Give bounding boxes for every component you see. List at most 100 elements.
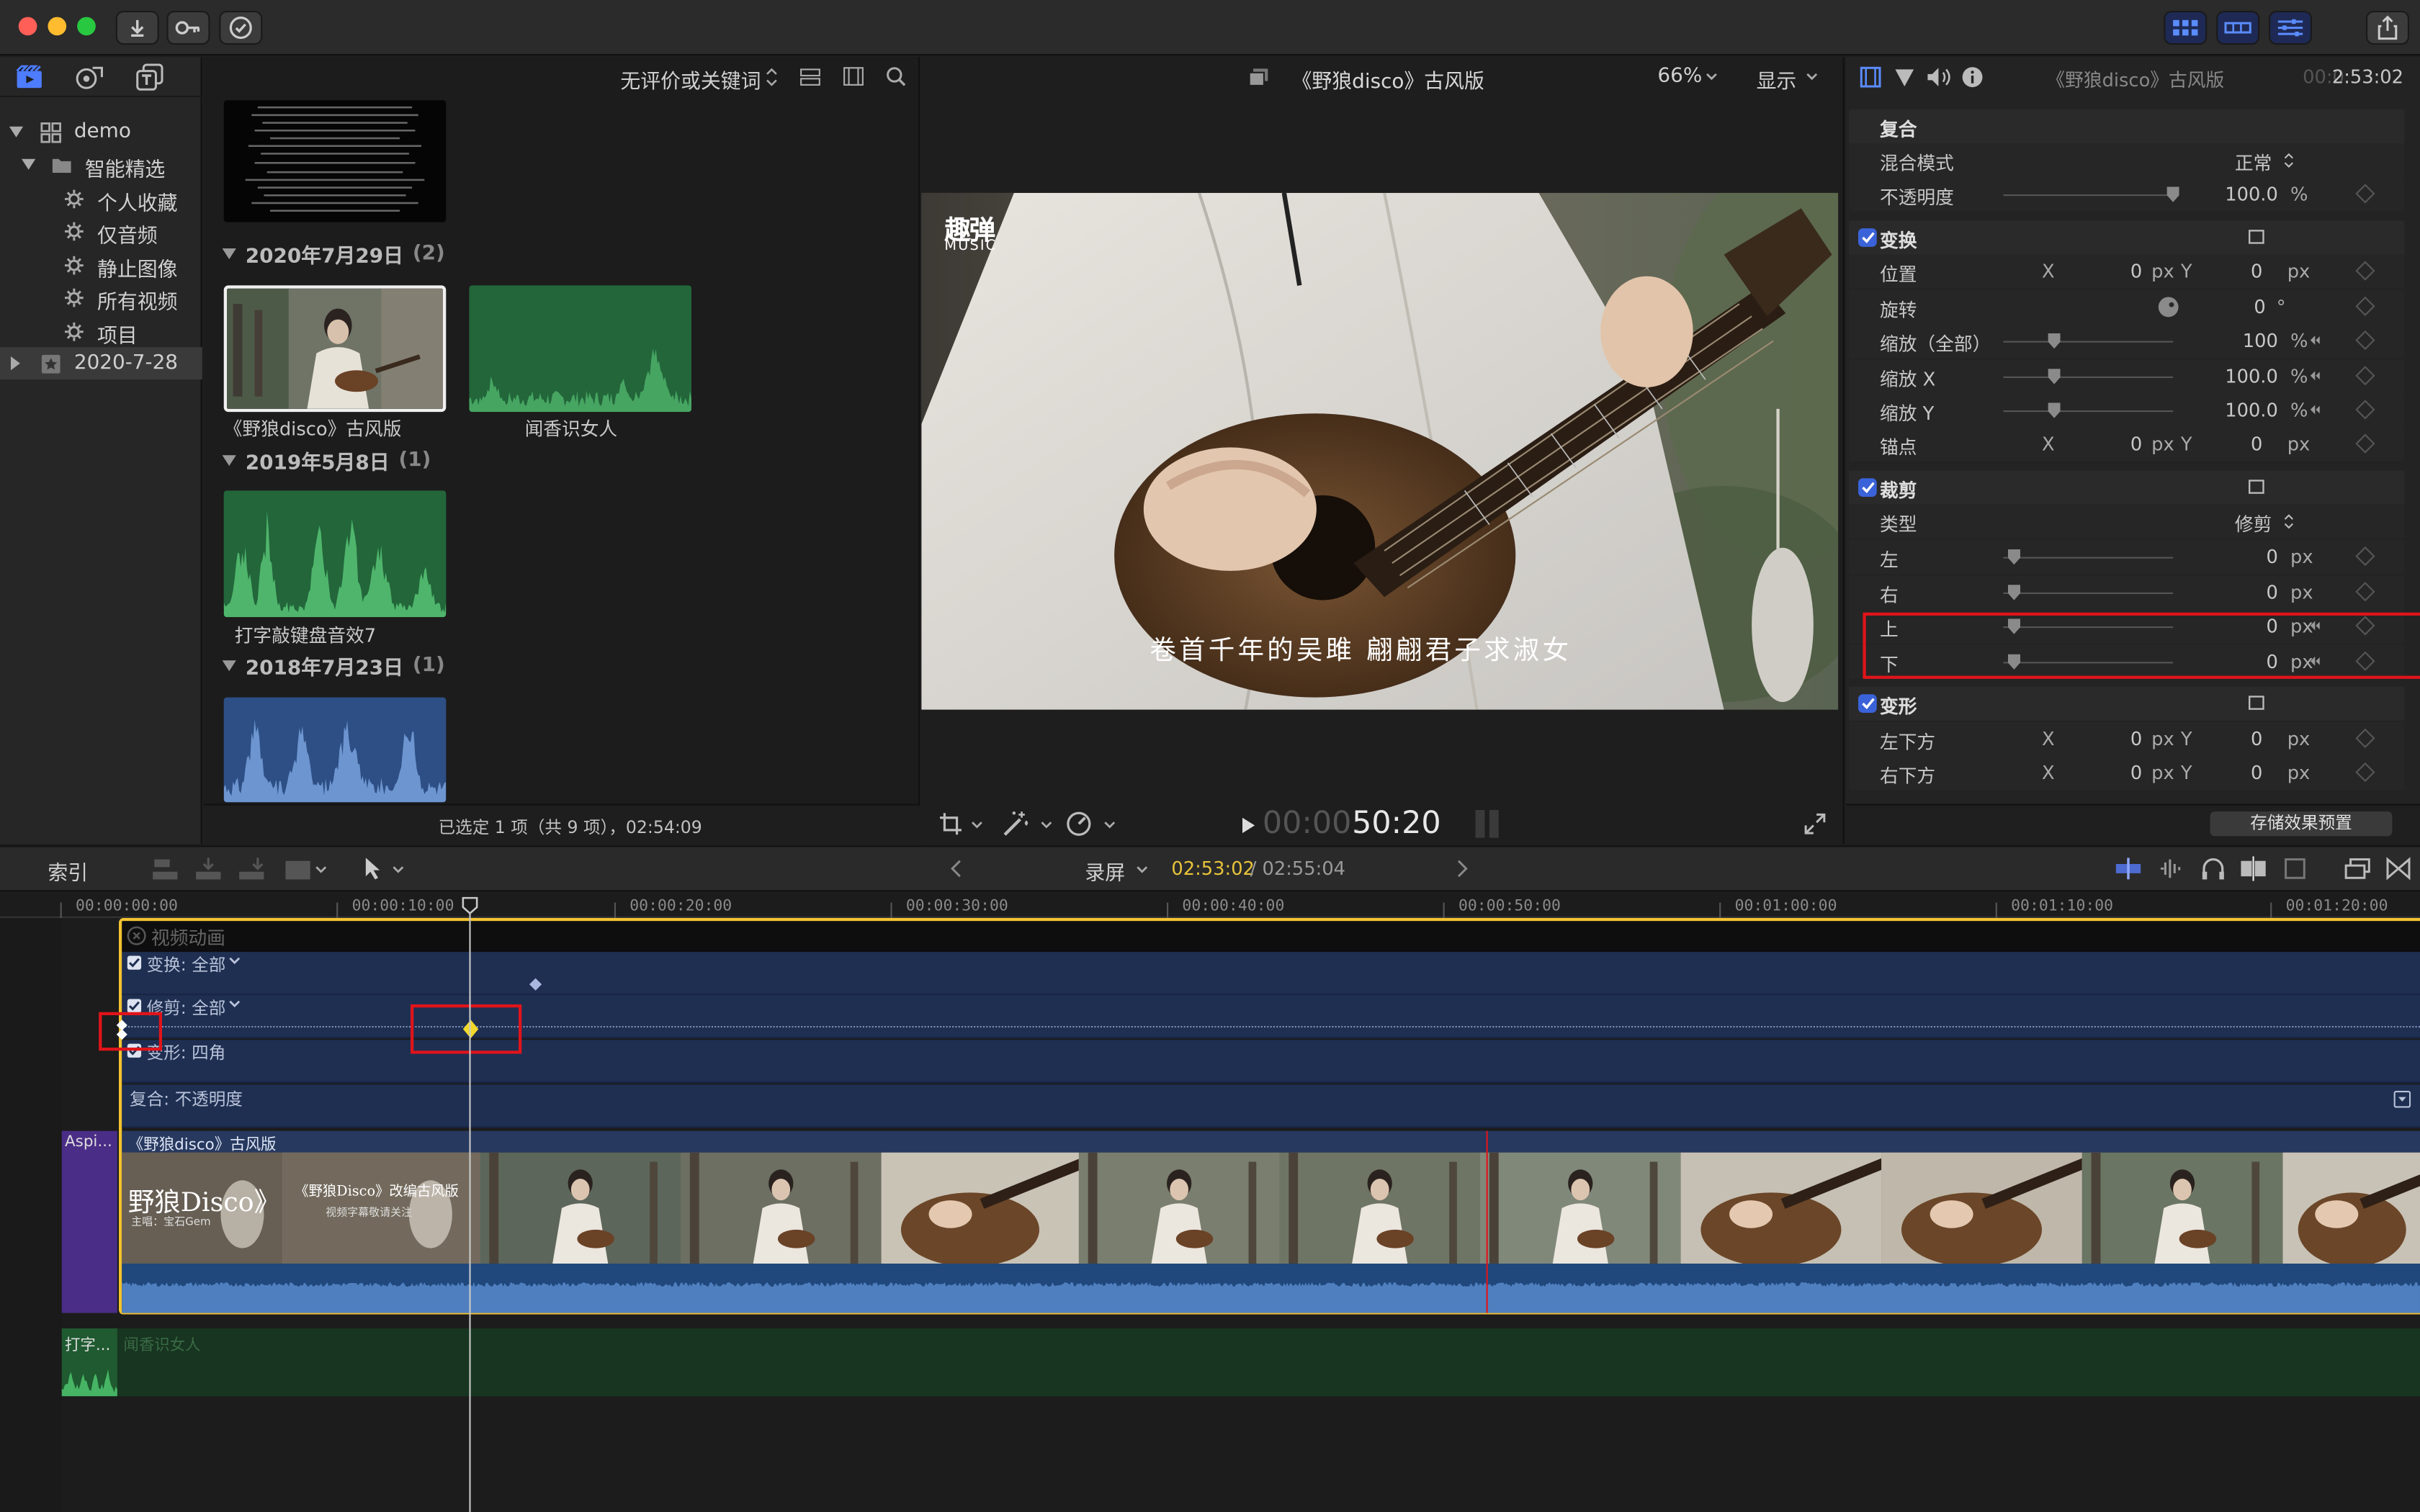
animation-row[interactable]: 复合: 不透明度: [122, 1084, 2420, 1128]
save-effects-preset-button[interactable]: 存储效果预置: [2210, 811, 2393, 837]
chevron-down-icon[interactable]: [971, 821, 983, 830]
sidebar-item[interactable]: 个人收藏: [0, 182, 202, 216]
sidebar-item[interactable]: demo: [0, 116, 202, 148]
show-timeline-button[interactable]: [2216, 11, 2260, 45]
section-title[interactable]: 变形: [1880, 693, 1917, 719]
section-enable-checkbox[interactable]: [1858, 228, 1877, 247]
add-keyframe-button[interactable]: [2355, 400, 2375, 420]
libraries-icon[interactable]: [15, 65, 43, 89]
audio-clip[interactable]: 打字... 闻香识女人: [61, 1328, 2420, 1397]
zoom-popup[interactable]: 66%: [1657, 65, 1702, 88]
show-browser-button[interactable]: [2164, 11, 2208, 45]
crop-onscreen-icon[interactable]: [2247, 478, 2266, 495]
parameter-slider-knob[interactable]: [2048, 369, 2061, 384]
minimize-window-button[interactable]: [48, 17, 67, 36]
audio-clip-thumbnail[interactable]: [223, 697, 447, 803]
parameter-value[interactable]: 100.0: [2225, 184, 2278, 205]
transform-onscreen-icon[interactable]: [2247, 228, 2266, 246]
append-clip-icon[interactable]: [238, 856, 266, 881]
keywords-button[interactable]: [166, 11, 210, 45]
crop-tool-icon[interactable]: [938, 811, 963, 836]
show-inspector-button[interactable]: [2269, 11, 2312, 45]
add-keyframe-button[interactable]: [2355, 762, 2375, 783]
add-keyframe-button[interactable]: [2355, 728, 2375, 748]
titles-generators-icon[interactable]: [136, 63, 164, 91]
skimming-icon[interactable]: [2115, 858, 2143, 880]
audio-clip-thumbnail[interactable]: [223, 490, 447, 618]
parameter-value-y[interactable]: 0: [2251, 762, 2262, 784]
checkbox-checked-icon[interactable]: [127, 998, 142, 1013]
date-group-header[interactable]: 2018年7月23日 (1): [222, 651, 445, 680]
filter-popup[interactable]: 无评价或关键词: [620, 65, 761, 94]
close-icon[interactable]: [127, 926, 147, 946]
timecode-display[interactable]: 50:20: [1352, 804, 1441, 840]
fullscreen-icon[interactable]: [1804, 813, 1826, 834]
snapping-icon[interactable]: [2239, 856, 2267, 881]
parameter-value[interactable]: 100: [2243, 330, 2278, 352]
parameter-slider-track[interactable]: [2003, 410, 2174, 413]
parameter-value-x[interactable]: 0: [2130, 433, 2142, 455]
insert-clip-icon[interactable]: [194, 856, 223, 881]
playhead[interactable]: [469, 905, 471, 1512]
parameter-value-x[interactable]: 0: [2130, 728, 2142, 750]
parameter-value[interactable]: 0: [2254, 296, 2265, 318]
parameter-value[interactable]: 0: [2266, 546, 2277, 568]
color-inspector-icon[interactable]: [1894, 66, 1915, 88]
info-icon[interactable]: [1962, 66, 1984, 88]
add-keyframe-button[interactable]: [2355, 546, 2375, 567]
date-group-header[interactable]: 2019年5月8日 (1): [222, 446, 431, 475]
select-tool-icon[interactable]: [364, 856, 383, 881]
checkbox-checked-icon[interactable]: [127, 955, 142, 970]
section-enable-checkbox[interactable]: [1858, 478, 1877, 497]
parameter-slider-knob[interactable]: [2007, 585, 2020, 600]
clip-title-bar[interactable]: 《野狼disco》古风版: [122, 1130, 2420, 1154]
credits-clip-thumbnail[interactable]: [223, 100, 447, 222]
parameter-value-y[interactable]: 0: [2251, 728, 2262, 750]
date-group-header[interactable]: 2020年7月29日 (2): [222, 239, 445, 269]
photos-audio-icon[interactable]: [76, 65, 104, 89]
parameter-slider-knob[interactable]: [2007, 549, 2020, 565]
chevron-down-icon[interactable]: [392, 865, 404, 875]
parameter-slider-track[interactable]: [2003, 376, 2174, 378]
chevron-down-icon[interactable]: [228, 1000, 241, 1009]
add-keyframe-button[interactable]: [2355, 366, 2375, 386]
headphones-icon[interactable]: [2201, 856, 2226, 881]
chevron-down-icon[interactable]: [315, 865, 327, 875]
distort-onscreen-icon[interactable]: [2247, 694, 2266, 711]
effects-browser-icon[interactable]: [2386, 856, 2411, 881]
timeline-ruler[interactable]: 00:00:00:00 00:00:10:00 00:00:20:00 00:00:3…: [0, 893, 2420, 918]
add-keyframe-button[interactable]: [2355, 296, 2375, 316]
add-keyframe-button[interactable]: [2355, 261, 2375, 281]
video-canvas[interactable]: 趣弹 MUSIC 卷首千年的吴雎 翩翩君子求淑女: [921, 192, 1839, 710]
search-icon[interactable]: [886, 66, 906, 86]
zoom-window-button[interactable]: [77, 17, 96, 36]
disclosure-button-icon[interactable]: [2393, 1091, 2411, 1108]
close-window-button[interactable]: [18, 17, 37, 36]
sidebar-item[interactable]: 智能精选: [0, 148, 202, 182]
add-keyframe-button[interactable]: [2355, 433, 2375, 454]
share-button[interactable]: [2366, 11, 2409, 45]
previous-keyframe-icon[interactable]: [2305, 367, 2321, 384]
clip-appearance-icon[interactable]: [799, 68, 821, 86]
parameter-slider-track[interactable]: [2003, 341, 2174, 343]
animation-row[interactable]: 变换: 全部: [122, 952, 2420, 996]
previous-keyframe-icon[interactable]: [2305, 332, 2321, 349]
audio-inspector-icon[interactable]: [1926, 66, 1950, 88]
parameter-slider-knob[interactable]: [2166, 186, 2179, 202]
project-name-popup[interactable]: 录屏: [1085, 856, 1125, 886]
clip-audio-waveform[interactable]: [122, 1264, 2420, 1313]
back-arrow-icon[interactable]: [951, 860, 963, 878]
display-popup[interactable]: 显示: [1757, 65, 1797, 94]
parameter-value[interactable]: 100.0: [2225, 366, 2278, 387]
magic-wand-icon[interactable]: [1002, 810, 1030, 838]
video-inspector-icon[interactable]: [1860, 66, 1881, 88]
disclosure-triangle-icon[interactable]: [9, 125, 24, 139]
play-icon[interactable]: [1241, 816, 1256, 835]
add-keyframe-button[interactable]: [2355, 582, 2375, 602]
filmstrip-icon[interactable]: [843, 66, 864, 86]
playhead-handle-icon[interactable]: [462, 896, 479, 915]
connect-clip-icon[interactable]: [151, 856, 179, 881]
solo-icon[interactable]: [2284, 856, 2305, 881]
audio-clip-tag[interactable]: 打字...: [61, 1328, 117, 1397]
keyframe-diamond-icon[interactable]: [529, 978, 542, 991]
